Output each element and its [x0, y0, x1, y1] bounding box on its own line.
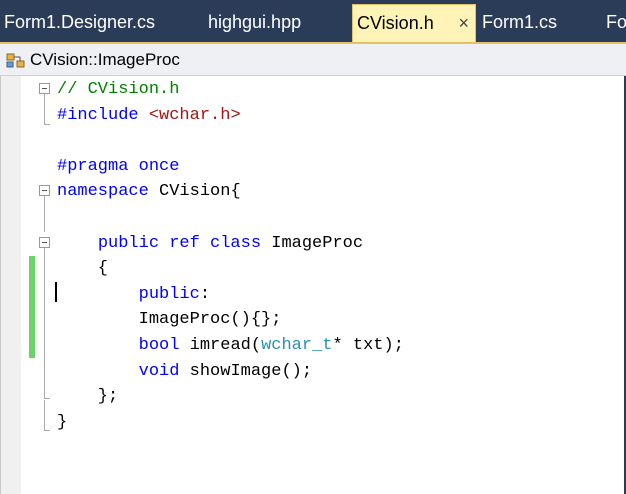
code-token: public — [138, 284, 200, 304]
code-line[interactable]: void showImage(); — [57, 359, 312, 385]
code-line[interactable]: #include <wchar.h> — [57, 103, 241, 129]
code-line[interactable]: } — [57, 410, 67, 436]
class-selector[interactable]: CVision::ImageProc — [30, 50, 180, 70]
code-token: imread( — [179, 336, 262, 355]
visual-studio-window: Form1.Designer.cs highgui.hpp CVision.h … — [0, 0, 626, 494]
code-token: } — [57, 412, 68, 432]
outline-collapse-icon[interactable] — [39, 185, 50, 196]
tab-overflow[interactable]: Fo — [602, 4, 626, 42]
code-token: wchar_t — [261, 336, 333, 355]
outline-guide — [44, 196, 45, 232]
outline-collapse-icon[interactable] — [39, 83, 50, 94]
change-tracking-bar — [29, 256, 35, 358]
tab-label: CVision.h — [357, 13, 434, 33]
code-token: ImageProc(){}; — [57, 310, 282, 330]
code-token: ImageProc — [261, 233, 364, 253]
tab-label: highgui.hpp — [208, 12, 302, 32]
code-token: { — [57, 259, 109, 279]
code-token: public ref class — [97, 233, 262, 253]
code-token: #include — [57, 105, 149, 125]
tab-cvision-h[interactable]: CVision.h × — [352, 4, 476, 42]
close-icon[interactable]: × — [458, 5, 469, 41]
code-line[interactable]: bool imread(wchar_t* txt); — [57, 333, 404, 359]
code-editor[interactable]: // CVision.h #include <wchar.h> #pragma on… — [0, 76, 626, 494]
outline-guide-end — [44, 430, 50, 431]
outline-guide-end — [44, 398, 50, 399]
code-token: // CVision.h — [57, 80, 180, 99]
code-token: : — [199, 284, 211, 304]
code-line[interactable]: #pragma once — [57, 154, 179, 180]
code-line[interactable]: // CVision.h — [57, 77, 179, 103]
indicator-margin — [1, 76, 21, 494]
code-token: }; — [57, 387, 119, 407]
tab-label: Form1.cs — [482, 12, 558, 32]
tab-form1-designer[interactable]: Form1.Designer.cs — [0, 4, 198, 42]
class-icon — [6, 52, 26, 70]
code-token: void — [138, 361, 180, 381]
navigation-bar: CVision::ImageProc — [0, 42, 626, 76]
code-token: <wchar.h> — [148, 105, 241, 125]
code-line[interactable]: { — [57, 256, 108, 282]
code-line[interactable]: public: — [57, 282, 210, 308]
tab-label: Fo — [606, 12, 626, 32]
outline-collapse-icon[interactable] — [39, 237, 50, 248]
code-line[interactable]: ImageProc(){}; — [57, 307, 282, 333]
outline-guide — [44, 248, 45, 398]
code-line[interactable]: }; — [57, 384, 118, 410]
code-line[interactable]: namespace CVision{ — [57, 179, 241, 205]
code-token: bool — [138, 336, 180, 355]
code-token: showImage(); — [179, 361, 313, 381]
document-tab-strip: Form1.Designer.cs highgui.hpp CVision.h … — [0, 0, 626, 42]
tab-highgui[interactable]: highgui.hpp — [204, 4, 346, 42]
outline-guide — [44, 400, 45, 430]
code-line[interactable]: public ref class ImageProc — [57, 231, 363, 257]
tab-label: Form1.Designer.cs — [4, 12, 156, 32]
code-token: #pragma once — [57, 156, 180, 176]
code-token: namespace — [57, 182, 149, 202]
code-token: * txt); — [332, 336, 404, 355]
code-token: CVision{ — [148, 182, 241, 202]
outline-guide — [44, 94, 45, 124]
tab-form1[interactable]: Form1.cs — [478, 4, 602, 42]
outline-guide-end — [44, 124, 50, 125]
